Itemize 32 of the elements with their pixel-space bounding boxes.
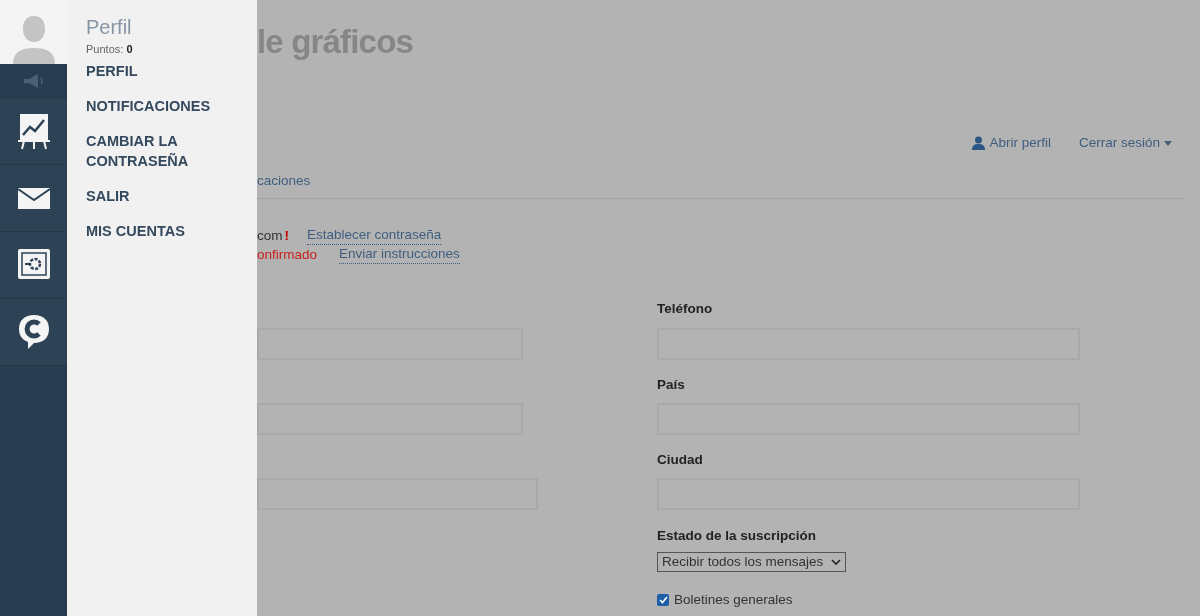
- drawer-menu-item[interactable]: MIS CUENTAS: [86, 220, 236, 241]
- subscription-label: Estado de la suscripción: [657, 527, 817, 545]
- input-field[interactable]: [257, 478, 538, 510]
- drawer-menu-item[interactable]: PERFIL: [86, 60, 236, 81]
- chart-easel-icon[interactable]: [16, 111, 51, 151]
- warning-mark: !: [284, 226, 289, 245]
- chat-bubble-icon[interactable]: [16, 312, 51, 352]
- chevron-down-icon: [831, 559, 842, 566]
- megaphone-icon[interactable]: [21, 73, 46, 88]
- logout-menu-link[interactable]: Cerrar sesión: [1078, 133, 1172, 154]
- notifications-tab[interactable]: caciones: [257, 173, 311, 189]
- set-password-link[interactable]: Establecer contraseña: [307, 226, 442, 246]
- send-instructions-link[interactable]: Enviar instrucciones: [339, 245, 460, 265]
- drawer-title: Perfil: [86, 15, 133, 39]
- email-text: com: [257, 226, 283, 245]
- points-text: Puntos: 0: [86, 42, 134, 57]
- input-field[interactable]: [257, 327, 523, 360]
- subscription-select[interactable]: Recibir todos los mensajes: [657, 552, 847, 573]
- drawer-menu-item[interactable]: SALIR: [86, 185, 236, 206]
- newsletter-checkbox[interactable]: [657, 594, 669, 607]
- newsletter-label: Boletines generales: [674, 591, 793, 610]
- field-label: País: [657, 375, 686, 394]
- drawer-menu-item[interactable]: NOTIFICACIONES: [86, 95, 236, 116]
- unconfirmed-status: onfirmado: [257, 245, 318, 264]
- drawer-menu-item[interactable]: CAMBIAR LA CONTRASEÑA: [86, 130, 236, 171]
- caret-icon: [1164, 140, 1172, 146]
- field-label: Ciudad: [657, 450, 704, 469]
- field-label: Teléfono: [657, 300, 714, 319]
- user-icon: [972, 136, 986, 151]
- input-field[interactable]: [257, 402, 523, 435]
- avatar-silhouette-icon[interactable]: [10, 14, 57, 64]
- open-profile-link[interactable]: Abrir perfil: [972, 133, 1051, 154]
